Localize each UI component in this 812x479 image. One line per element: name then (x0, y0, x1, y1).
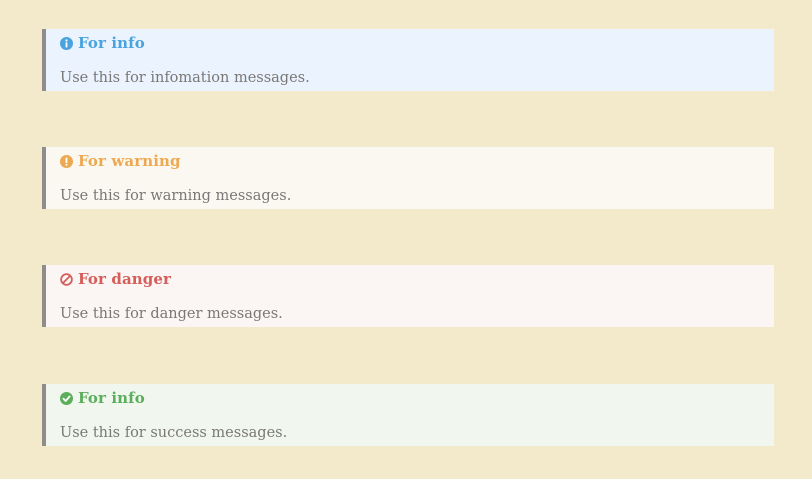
callout-heading: For info (60, 34, 145, 52)
callout-body-text: Use this for warning messages. (60, 188, 292, 204)
callout-heading: For warning (60, 152, 181, 170)
callout-body-text: Use this for infomation messages. (60, 70, 310, 86)
info-icon (60, 36, 73, 50)
callout-success: For info Use this for success messages. (42, 384, 774, 446)
callout-warning: For warning Use this for warning message… (42, 147, 774, 209)
callout-heading: For danger (60, 270, 171, 288)
callout-heading: For info (60, 389, 145, 407)
callout-body-text: Use this for success messages. (60, 425, 288, 441)
callout-body-text: Use this for danger messages. (60, 306, 283, 322)
exclamation-icon (60, 154, 73, 168)
callout-title-text: For danger (78, 270, 172, 288)
callout-title-text: For info (78, 34, 145, 52)
callout-title-text: For warning (78, 152, 181, 170)
check-circle-icon (60, 391, 73, 405)
callout-title-text: For info (78, 389, 145, 407)
callout-info: For info Use this for infomation message… (42, 29, 774, 91)
ban-icon (60, 272, 73, 286)
callout-danger: For danger Use this for danger messages. (42, 265, 774, 327)
